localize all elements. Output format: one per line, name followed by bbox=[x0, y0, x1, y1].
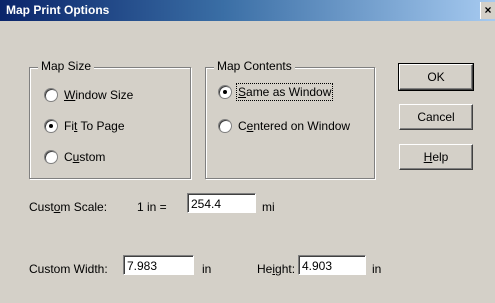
dialog-title: Map Print Options bbox=[6, 3, 110, 17]
close-icon[interactable]: × bbox=[480, 2, 495, 19]
custom-scale-prefix: 1 in = bbox=[137, 200, 167, 214]
custom-scale-input[interactable]: 254.4 bbox=[187, 193, 256, 213]
radio-same-as-window-indicator[interactable] bbox=[218, 85, 232, 99]
radio-window-size[interactable]: Window Size bbox=[44, 88, 133, 102]
radio-centered-on-window-label: Centered on Window bbox=[238, 119, 351, 133]
height-label: Height: bbox=[257, 262, 296, 276]
help-button[interactable]: Help bbox=[399, 144, 473, 170]
custom-scale-unit: mi bbox=[262, 200, 275, 214]
radio-custom[interactable]: Custom bbox=[44, 150, 105, 164]
map-print-options-dialog: Map Print Options × Map Size Window Size… bbox=[0, 0, 495, 303]
radio-same-as-window-label: Same as Window bbox=[235, 83, 334, 101]
radio-custom-label: Custom bbox=[64, 150, 106, 164]
custom-width-label: Custom Width: bbox=[29, 262, 108, 276]
ok-button[interactable]: OK bbox=[398, 63, 474, 91]
radio-centered-on-window-indicator[interactable] bbox=[218, 119, 232, 133]
custom-width-unit: in bbox=[202, 262, 212, 276]
radio-custom-indicator[interactable] bbox=[44, 150, 58, 164]
radio-fit-to-page-label: Fit To Page bbox=[64, 119, 125, 133]
radio-same-as-window[interactable]: Same as Window bbox=[218, 83, 334, 101]
cancel-button[interactable]: Cancel bbox=[399, 104, 473, 130]
map-contents-title: Map Contents bbox=[214, 59, 295, 73]
map-size-group: Map Size Window Size Fit To Page Custom bbox=[29, 59, 191, 179]
map-size-title: Map Size bbox=[38, 59, 95, 73]
radio-fit-to-page-indicator[interactable] bbox=[44, 119, 58, 133]
height-input[interactable]: 4.903 bbox=[298, 255, 366, 275]
radio-window-size-label: Window Size bbox=[64, 88, 134, 102]
map-contents-group: Map Contents Same as Window Centered on … bbox=[205, 59, 375, 179]
title-bar: Map Print Options × bbox=[0, 0, 495, 21]
radio-centered-on-window[interactable]: Centered on Window bbox=[218, 119, 350, 133]
radio-fit-to-page[interactable]: Fit To Page bbox=[44, 119, 125, 133]
custom-width-input[interactable]: 7.983 bbox=[123, 255, 194, 275]
height-unit: in bbox=[372, 262, 382, 276]
radio-window-size-indicator[interactable] bbox=[44, 88, 58, 102]
custom-scale-label: Custom Scale: bbox=[29, 200, 108, 214]
